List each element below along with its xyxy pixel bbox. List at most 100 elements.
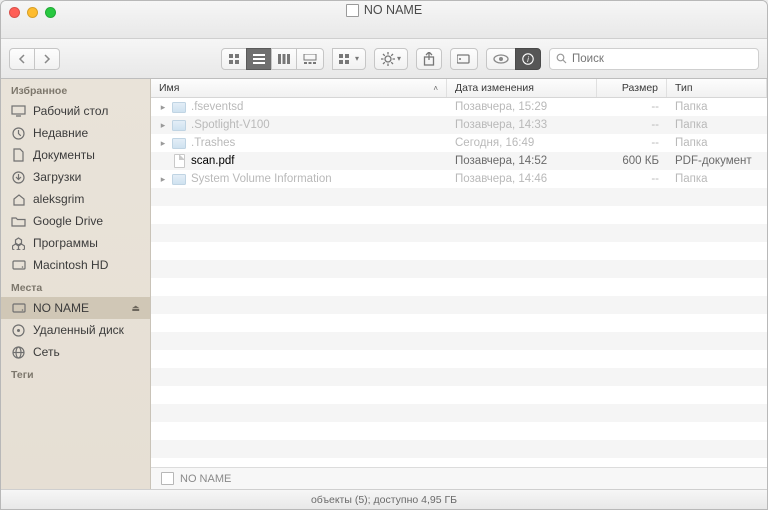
window-title-text: NO NAME xyxy=(364,3,422,17)
view-switcher xyxy=(221,48,324,70)
folder-icon xyxy=(172,136,186,150)
sidebar-item-label: Загрузки xyxy=(33,170,81,184)
file-row[interactable]: ▸.TrashesСегодня, 16:49--Папка xyxy=(151,134,767,152)
sidebar-section-header: Места xyxy=(1,276,150,297)
sidebar-item-label: Сеть xyxy=(33,345,60,359)
empty-row xyxy=(151,458,767,467)
file-name: scan.pdf xyxy=(191,155,234,167)
status-bar: объекты (5); доступно 4,95 ГБ xyxy=(1,489,767,509)
sidebar-item[interactable]: Удаленный диск xyxy=(1,319,150,341)
eject-icon[interactable]: ⏏ xyxy=(131,303,140,314)
empty-row xyxy=(151,422,767,440)
tags-button[interactable] xyxy=(450,48,478,70)
file-size: -- xyxy=(597,119,667,131)
file-row[interactable]: scan.pdf Позавчера, 14:52600 КБPDF-докуме… xyxy=(151,152,767,170)
file-row[interactable]: ▸.fseventsdПозавчера, 15:29--Папка xyxy=(151,98,767,116)
empty-row xyxy=(151,296,767,314)
sidebar-item[interactable]: Документы xyxy=(1,144,150,166)
desktop-icon xyxy=(11,105,26,118)
list-view-button[interactable] xyxy=(246,48,272,70)
sidebar-item[interactable]: Рабочий стол xyxy=(1,100,150,122)
action-button[interactable]: ▾ xyxy=(374,48,408,70)
file-name: .Spotlight-V100 xyxy=(191,119,270,131)
arrange-group: ▾ xyxy=(332,48,366,70)
sidebar-item[interactable]: NO NAME⏏ xyxy=(1,297,150,319)
empty-row xyxy=(151,242,767,260)
empty-row xyxy=(151,314,767,332)
sidebar-item[interactable]: Недавние xyxy=(1,122,150,144)
sidebar-item[interactable]: Сеть xyxy=(1,341,150,363)
arrange-button[interactable]: ▾ xyxy=(332,48,366,70)
disclosure-icon[interactable]: ▸ xyxy=(159,138,167,149)
col-kind[interactable]: Тип xyxy=(667,79,767,97)
back-button[interactable] xyxy=(9,48,35,70)
column-view-button[interactable] xyxy=(271,48,297,70)
status-text: объекты (5); доступно 4,95 ГБ xyxy=(311,494,457,506)
home-icon xyxy=(11,193,26,206)
disclosure-icon[interactable]: ▸ xyxy=(159,174,167,185)
file-size: -- xyxy=(597,101,667,113)
sidebar-item[interactable]: Google Drive xyxy=(1,210,150,232)
folder-icon xyxy=(172,118,186,132)
empty-row xyxy=(151,368,767,386)
sidebar-item[interactable]: aleksgrim xyxy=(1,188,150,210)
empty-row xyxy=(151,332,767,350)
apps-icon xyxy=(11,237,26,250)
sidebar-item[interactable]: Macintosh HD xyxy=(1,254,150,276)
col-name[interactable]: Имя˄ xyxy=(151,79,447,97)
clock-icon xyxy=(11,127,26,140)
sidebar-item-label: Macintosh HD xyxy=(33,258,108,272)
download-icon xyxy=(11,171,26,184)
folder-icon xyxy=(172,172,186,186)
col-date[interactable]: Дата изменения xyxy=(447,79,597,97)
file-kind: PDF-документ xyxy=(667,155,767,167)
empty-row xyxy=(151,260,767,278)
gallery-view-button[interactable] xyxy=(296,48,324,70)
folder-icon xyxy=(11,215,26,228)
sidebar-section-header: Избранное xyxy=(1,79,150,100)
icon-view-button[interactable] xyxy=(221,48,247,70)
empty-row xyxy=(151,188,767,206)
disclosure-icon[interactable]: ▸ xyxy=(159,120,167,131)
disclosure-icon[interactable]: ▸ xyxy=(159,102,167,113)
info-button[interactable]: i xyxy=(515,48,541,70)
file-row[interactable]: ▸.Spotlight-V100Позавчера, 14:33--Папка xyxy=(151,116,767,134)
sidebar-item[interactable]: Загрузки xyxy=(1,166,150,188)
col-size[interactable]: Размер xyxy=(597,79,667,97)
empty-row xyxy=(151,206,767,224)
doc-icon xyxy=(11,149,26,162)
sidebar-item-label: Документы xyxy=(33,148,95,162)
titlebar: NO NAME xyxy=(1,1,767,39)
file-kind: Папка xyxy=(667,137,767,149)
quicklook-group: i xyxy=(486,48,541,70)
empty-row xyxy=(151,386,767,404)
file-date: Позавчера, 14:46 xyxy=(447,173,597,185)
path-label: NO NAME xyxy=(180,473,231,485)
file-size: 600 КБ xyxy=(597,155,667,167)
file-kind: Папка xyxy=(667,173,767,185)
search-field[interactable] xyxy=(549,48,759,70)
disk-icon xyxy=(11,259,26,272)
sidebar-item[interactable]: Программы xyxy=(1,232,150,254)
file-date: Позавчера, 14:52 xyxy=(447,155,597,167)
empty-row xyxy=(151,404,767,422)
sidebar-section-header: Теги xyxy=(1,363,150,384)
sort-indicator-icon: ˄ xyxy=(433,84,438,93)
file-kind: Папка xyxy=(667,101,767,113)
file-size: -- xyxy=(597,137,667,149)
sidebar-item-label: Удаленный диск xyxy=(33,323,124,337)
forward-button[interactable] xyxy=(34,48,60,70)
file-name: .fseventsd xyxy=(191,101,243,113)
empty-row xyxy=(151,350,767,368)
search-icon xyxy=(556,53,567,64)
file-row[interactable]: ▸System Volume InformationПозавчера, 14:… xyxy=(151,170,767,188)
file-list[interactable]: ▸.fseventsdПозавчера, 15:29--Папка▸.Spot… xyxy=(151,98,767,467)
share-button[interactable] xyxy=(416,48,442,70)
file-name: .Trashes xyxy=(191,137,235,149)
folder-icon xyxy=(172,100,186,114)
quicklook-button[interactable] xyxy=(486,48,516,70)
toolbar: ▾ ▾ i xyxy=(1,39,767,79)
path-bar[interactable]: NO NAME xyxy=(151,467,767,489)
nav-buttons xyxy=(9,48,60,70)
search-input[interactable] xyxy=(572,53,752,65)
